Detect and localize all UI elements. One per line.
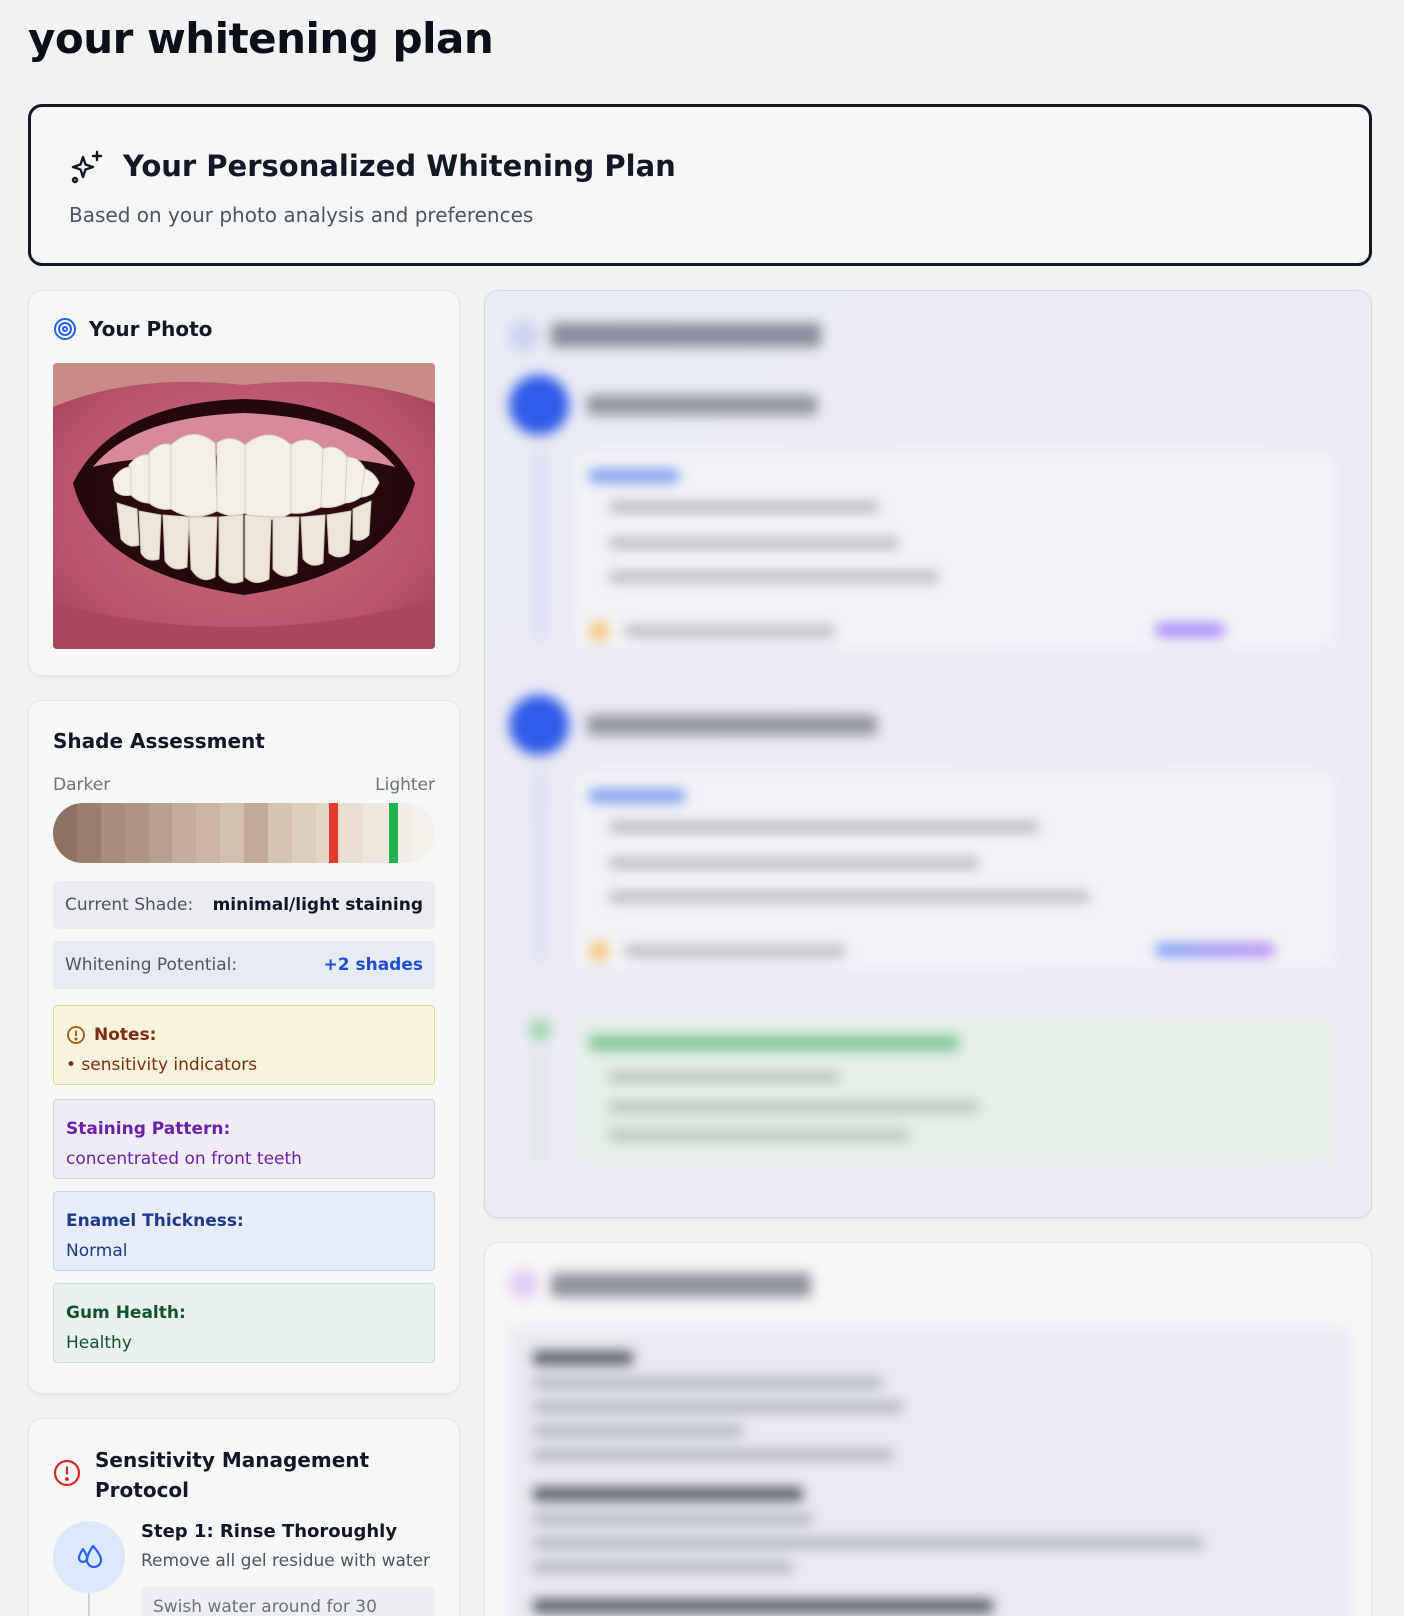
usage-guide-card-blurred bbox=[484, 1242, 1372, 1616]
plan-header-card: Your Personalized Whitening Plan Based o… bbox=[28, 104, 1372, 266]
usage-guide-blurred-content bbox=[485, 1243, 1371, 1616]
staining-pattern-value: concentrated on front teeth bbox=[66, 1149, 302, 1169]
timeline-blurred-content bbox=[485, 291, 1371, 1217]
staining-pattern-label: Staining Pattern: bbox=[66, 1119, 231, 1139]
gum-health-label: Gum Health: bbox=[66, 1303, 186, 1323]
plan-subtitle: Based on your photo analysis and prefere… bbox=[69, 203, 534, 227]
photo-card-header: Your Photo bbox=[53, 317, 212, 341]
shade-swatch bbox=[220, 803, 244, 863]
whitening-potential-row: Whitening Potential: +2 shades bbox=[53, 941, 435, 989]
step-1-description: Remove all gel residue with water bbox=[141, 1551, 431, 1571]
shade-swatch bbox=[53, 803, 77, 863]
enamel-thickness-value: Normal bbox=[66, 1241, 128, 1261]
shade-swatch bbox=[267, 803, 292, 863]
plan-title: Your Personalized Whitening Plan bbox=[123, 149, 676, 183]
shade-swatch bbox=[100, 803, 125, 863]
current-shade-marker bbox=[329, 803, 338, 863]
target-icon bbox=[54, 318, 76, 340]
shade-swatch bbox=[291, 803, 316, 863]
step-1-circle bbox=[53, 1521, 125, 1593]
notes-item: • sensitivity indicators bbox=[66, 1055, 258, 1075]
page-title: your whitening plan bbox=[28, 14, 494, 63]
current-shade-label: Current Shade: bbox=[65, 895, 194, 915]
enamel-thickness-box: Enamel Thickness: Normal bbox=[53, 1191, 435, 1271]
notes-header: Notes: bbox=[66, 1020, 422, 1050]
shade-scale-bar bbox=[53, 803, 435, 863]
shade-swatch bbox=[244, 803, 268, 863]
staining-pattern-box: Staining Pattern: concentrated on front … bbox=[53, 1099, 435, 1179]
sensitivity-protocol-title: Sensitivity Management Protocol bbox=[95, 1448, 370, 1502]
current-shade-value: minimal/light staining bbox=[212, 895, 423, 915]
notes-box: Notes: • sensitivity indicators bbox=[53, 1005, 435, 1085]
enamel-thickness-label: Enamel Thickness: bbox=[66, 1211, 244, 1231]
shade-swatch bbox=[363, 803, 388, 863]
shade-swatch bbox=[172, 803, 197, 863]
lighter-label: Lighter bbox=[375, 775, 435, 795]
shade-swatch bbox=[124, 803, 149, 863]
shade-assessment-card: Shade Assessment Darker Lighter Current … bbox=[28, 700, 460, 1394]
teeth-photo bbox=[53, 363, 435, 649]
photo-card: Your Photo bbox=[28, 290, 460, 676]
current-shade-row: Current Shade: minimal/light staining bbox=[53, 881, 435, 929]
gum-health-value: Healthy bbox=[66, 1333, 132, 1353]
whitening-potential-value: +2 shades bbox=[323, 955, 423, 975]
shade-scale-labels: Darker Lighter bbox=[53, 775, 435, 795]
photo-card-title: Your Photo bbox=[89, 317, 213, 341]
gum-health-box: Gum Health: Healthy bbox=[53, 1283, 435, 1363]
shade-swatch bbox=[148, 803, 173, 863]
shade-swatch bbox=[196, 803, 221, 863]
shade-swatch bbox=[411, 803, 435, 863]
whitening-potential-label: Whitening Potential: bbox=[65, 955, 238, 975]
shade-swatch bbox=[339, 803, 364, 863]
step-connector-line bbox=[88, 1593, 90, 1616]
sensitivity-protocol-card: Sensitivity Management Protocol Step 1: … bbox=[28, 1418, 460, 1616]
darker-label: Darker bbox=[53, 775, 111, 795]
notes-label: Notes: bbox=[94, 1025, 157, 1045]
target-shade-marker bbox=[389, 803, 398, 863]
alert-circle-icon bbox=[67, 1026, 85, 1044]
step-1-title: Step 1: Rinse Thoroughly bbox=[141, 1521, 398, 1542]
step-1-tip: Swish water around for 30 bbox=[141, 1587, 435, 1616]
droplets-icon bbox=[77, 1544, 103, 1569]
treatment-timeline-card-blurred bbox=[484, 290, 1372, 1218]
alert-circle-icon bbox=[53, 1459, 81, 1487]
shade-assessment-title: Shade Assessment bbox=[53, 729, 265, 753]
sparkles-icon bbox=[71, 150, 103, 184]
shade-swatch bbox=[76, 803, 101, 863]
